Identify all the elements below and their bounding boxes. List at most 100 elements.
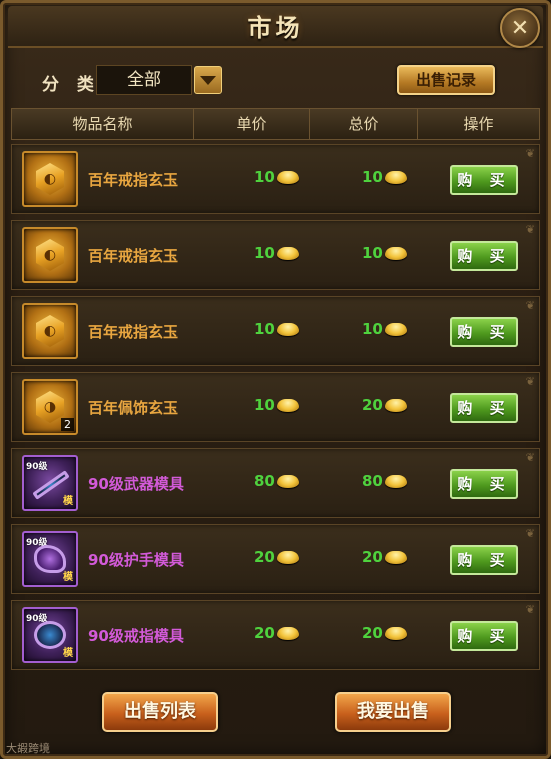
sell-list-button[interactable]: 出售列表 <box>102 692 218 732</box>
header-total-price: 总价 <box>310 109 418 139</box>
unit-price-value: 20 <box>254 548 275 566</box>
total-price: 20 <box>362 548 407 566</box>
want-to-sell-button[interactable]: 我要出售 <box>335 692 451 732</box>
chevron-down-icon <box>200 75 216 85</box>
table-header: 物品名称 单价 总价 操作 <box>11 108 540 140</box>
item-name: 90级护手模具 <box>88 551 184 569</box>
buy-button[interactable]: 购 买 <box>450 393 518 423</box>
table-row: ❦ ◑ 2 百年佩饰玄玉 10 20 购 买 <box>11 372 540 442</box>
sell-record-button[interactable]: 出售记录 <box>397 65 495 95</box>
total-price: 20 <box>362 624 407 642</box>
ring-mold-icon[interactable]: 90级 模 <box>22 607 78 663</box>
buy-button[interactable]: 购 买 <box>450 621 518 651</box>
total-price: 10 <box>362 244 407 262</box>
unit-price-value: 80 <box>254 472 275 490</box>
weapon-mold-icon[interactable]: 90级 模 <box>22 455 78 511</box>
unit-price-value: 10 <box>254 396 275 414</box>
total-price: 80 <box>362 472 407 490</box>
unit-price-value: 20 <box>254 624 275 642</box>
filter-row: 分 类 全部 出售记录 <box>14 60 539 100</box>
total-price-value: 20 <box>362 396 383 414</box>
corner-ornament-icon: ❦ <box>525 451 535 464</box>
total-price-value: 10 <box>362 320 383 338</box>
corner-ornament-icon: ❦ <box>525 603 535 616</box>
buy-button[interactable]: 购 买 <box>450 165 518 195</box>
table-row: ❦ 90级 模 90级武器模具 80 80 购 买 <box>11 448 540 518</box>
table-row: ❦ 90级 模 90级护手模具 20 20 购 买 <box>11 524 540 594</box>
close-button[interactable]: ✕ <box>500 8 540 48</box>
gauntlet-mold-icon[interactable]: 90级 模 <box>22 531 78 587</box>
unit-price: 20 <box>254 624 299 642</box>
corner-ornament-icon: ❦ <box>525 223 535 236</box>
gold-ingot-icon <box>384 246 407 260</box>
unit-price: 20 <box>254 548 299 566</box>
table-row: ❦ ◐ 百年戒指玄玉 10 10 购 买 <box>11 296 540 366</box>
category-dropdown-button[interactable] <box>194 66 222 94</box>
quantity-badge: 2 <box>61 418 74 431</box>
buy-button[interactable]: 购 买 <box>450 545 518 575</box>
buy-button[interactable]: 购 买 <box>450 317 518 347</box>
window-title: 市场 <box>247 13 304 42</box>
total-price-value: 20 <box>362 624 383 642</box>
jade-gem-icon: ◐ <box>36 163 64 195</box>
item-name: 百年戒指玄玉 <box>88 247 179 265</box>
gold-ingot-icon <box>276 474 299 488</box>
category-select[interactable]: 全部 <box>96 65 192 95</box>
gold-ingot-icon <box>384 170 407 184</box>
buy-button[interactable]: 购 买 <box>450 241 518 271</box>
total-price: 20 <box>362 396 407 414</box>
gold-pendant-jade-icon[interactable]: ◑ 2 <box>22 379 78 435</box>
header-action: 操作 <box>463 115 494 133</box>
total-price-value: 20 <box>362 548 383 566</box>
mold-tag: 模 <box>63 496 73 507</box>
total-price: 10 <box>362 320 407 338</box>
gold-ingot-icon <box>384 626 407 640</box>
mold-tag: 模 <box>63 648 73 659</box>
watermark: 大嘏跨境 <box>6 742 50 755</box>
total-price-value: 80 <box>362 472 383 490</box>
mold-tag: 模 <box>63 572 73 583</box>
unit-price-value: 10 <box>254 168 275 186</box>
gold-jade-icon[interactable]: ◐ <box>22 151 78 207</box>
header-item-name: 物品名称 <box>12 109 194 139</box>
unit-price: 10 <box>254 396 299 414</box>
gold-jade-icon[interactable]: ◐ <box>22 303 78 359</box>
level-tag: 90级 <box>26 462 48 472</box>
unit-price: 10 <box>254 320 299 338</box>
unit-price: 10 <box>254 244 299 262</box>
category-label: 分 类 <box>42 75 100 95</box>
jade-gem-icon: ◐ <box>36 315 64 347</box>
item-list: ❦ ◐ 百年戒指玄玉 10 10 购 买 ❦ ◐ 百年戒指玄玉 10 10 购 … <box>11 144 540 676</box>
close-icon: ✕ <box>510 15 530 41</box>
gold-ingot-icon <box>276 322 299 336</box>
item-name: 百年戒指玄玉 <box>88 171 179 189</box>
ring-shape-icon <box>34 621 66 649</box>
gauntlet-shape-icon <box>34 545 66 573</box>
jade-gem-icon: ◐ <box>36 239 64 271</box>
gold-jade-icon[interactable]: ◐ <box>22 227 78 283</box>
total-price: 10 <box>362 168 407 186</box>
gold-ingot-icon <box>384 398 407 412</box>
total-price-value: 10 <box>362 168 383 186</box>
gold-ingot-icon <box>276 246 299 260</box>
corner-ornament-icon: ❦ <box>525 299 535 312</box>
gold-ingot-icon <box>276 626 299 640</box>
corner-ornament-icon: ❦ <box>525 375 535 388</box>
item-name: 百年佩饰玄玉 <box>88 399 179 417</box>
item-name: 百年戒指玄玉 <box>88 323 179 341</box>
item-name: 90级戒指模具 <box>88 627 184 645</box>
table-row: ❦ ◐ 百年戒指玄玉 10 10 购 买 <box>11 220 540 290</box>
unit-price: 80 <box>254 472 299 490</box>
unit-price: 10 <box>254 168 299 186</box>
corner-ornament-icon: ❦ <box>525 527 535 540</box>
gold-ingot-icon <box>276 550 299 564</box>
corner-ornament-icon: ❦ <box>525 147 535 160</box>
gold-ingot-icon <box>384 474 407 488</box>
table-row: ❦ 90级 模 90级戒指模具 20 20 购 买 <box>11 600 540 670</box>
jade-gem-icon: ◑ <box>36 391 64 423</box>
buy-button[interactable]: 购 买 <box>450 469 518 499</box>
table-row: ❦ ◐ 百年戒指玄玉 10 10 购 买 <box>11 144 540 214</box>
gold-ingot-icon <box>276 170 299 184</box>
gold-ingot-icon <box>384 322 407 336</box>
unit-price-value: 10 <box>254 320 275 338</box>
